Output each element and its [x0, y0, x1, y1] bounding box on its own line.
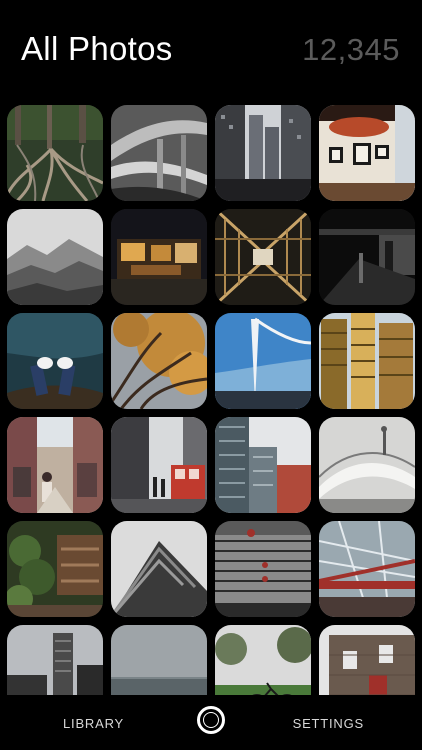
photo-library-screen: All Photos 12,345 LIBRARY SETTINGS — [0, 0, 422, 750]
photo-tile[interactable] — [111, 209, 207, 305]
photo-scaffolding — [215, 209, 311, 305]
photo-city-street — [215, 105, 311, 201]
photo-night-market — [111, 209, 207, 305]
photo-tile[interactable] — [111, 417, 207, 513]
photo-towers — [319, 313, 415, 409]
page-title: All Photos — [21, 30, 173, 67]
photo-sea — [111, 625, 207, 695]
photo-tile[interactable] — [319, 313, 415, 409]
photo-bridge — [319, 417, 415, 513]
photo-tile[interactable] — [7, 521, 103, 617]
photo-feet-water — [7, 313, 103, 409]
photo-angular-building — [111, 521, 207, 617]
header: All Photos 12,345 — [0, 0, 422, 100]
photo-skyline — [7, 625, 103, 695]
photo-tile[interactable] — [7, 209, 103, 305]
photo-tile[interactable] — [111, 521, 207, 617]
photo-cafe — [319, 105, 415, 201]
photo-grid — [7, 105, 415, 695]
photo-tile[interactable] — [319, 105, 415, 201]
tab-library[interactable]: LIBRARY — [63, 716, 124, 731]
photo-tile[interactable] — [7, 313, 103, 409]
photo-street-market — [7, 417, 103, 513]
photo-tile[interactable] — [319, 209, 415, 305]
photo-tile[interactable] — [215, 417, 311, 513]
tab-settings[interactable]: SETTINGS — [293, 716, 364, 731]
photo-roots — [7, 105, 103, 201]
photo-tile[interactable] — [215, 521, 311, 617]
photo-glass-buildings — [215, 417, 311, 513]
photo-dark-walkway — [319, 209, 415, 305]
photo-tile[interactable] — [215, 625, 311, 695]
photo-highway — [111, 105, 207, 201]
photo-tile[interactable] — [111, 105, 207, 201]
photo-tile[interactable] — [319, 625, 415, 695]
photo-plant-shop — [7, 521, 103, 617]
photo-tile[interactable] — [111, 313, 207, 409]
tab-bar: LIBRARY SETTINGS — [0, 695, 422, 750]
photo-tile[interactable] — [319, 417, 415, 513]
photo-tile[interactable] — [7, 105, 103, 201]
photo-tile[interactable] — [111, 625, 207, 695]
shutter-circle-icon[interactable] — [197, 706, 225, 734]
photo-misty-mountains — [7, 209, 103, 305]
photo-park-bicycle — [215, 625, 311, 695]
photo-lantern-facade — [215, 521, 311, 617]
photo-tile[interactable] — [215, 105, 311, 201]
photo-glass-canopy — [319, 521, 415, 617]
photo-tile[interactable] — [7, 417, 103, 513]
photo-tile[interactable] — [319, 521, 415, 617]
photo-count: 12,345 — [302, 32, 400, 67]
photo-autumn-tree — [111, 313, 207, 409]
photo-tile[interactable] — [215, 313, 311, 409]
photo-stone-house — [319, 625, 415, 695]
photo-tile[interactable] — [7, 625, 103, 695]
photo-tile[interactable] — [215, 209, 311, 305]
photo-spire — [215, 313, 311, 409]
photo-red-tram — [111, 417, 207, 513]
